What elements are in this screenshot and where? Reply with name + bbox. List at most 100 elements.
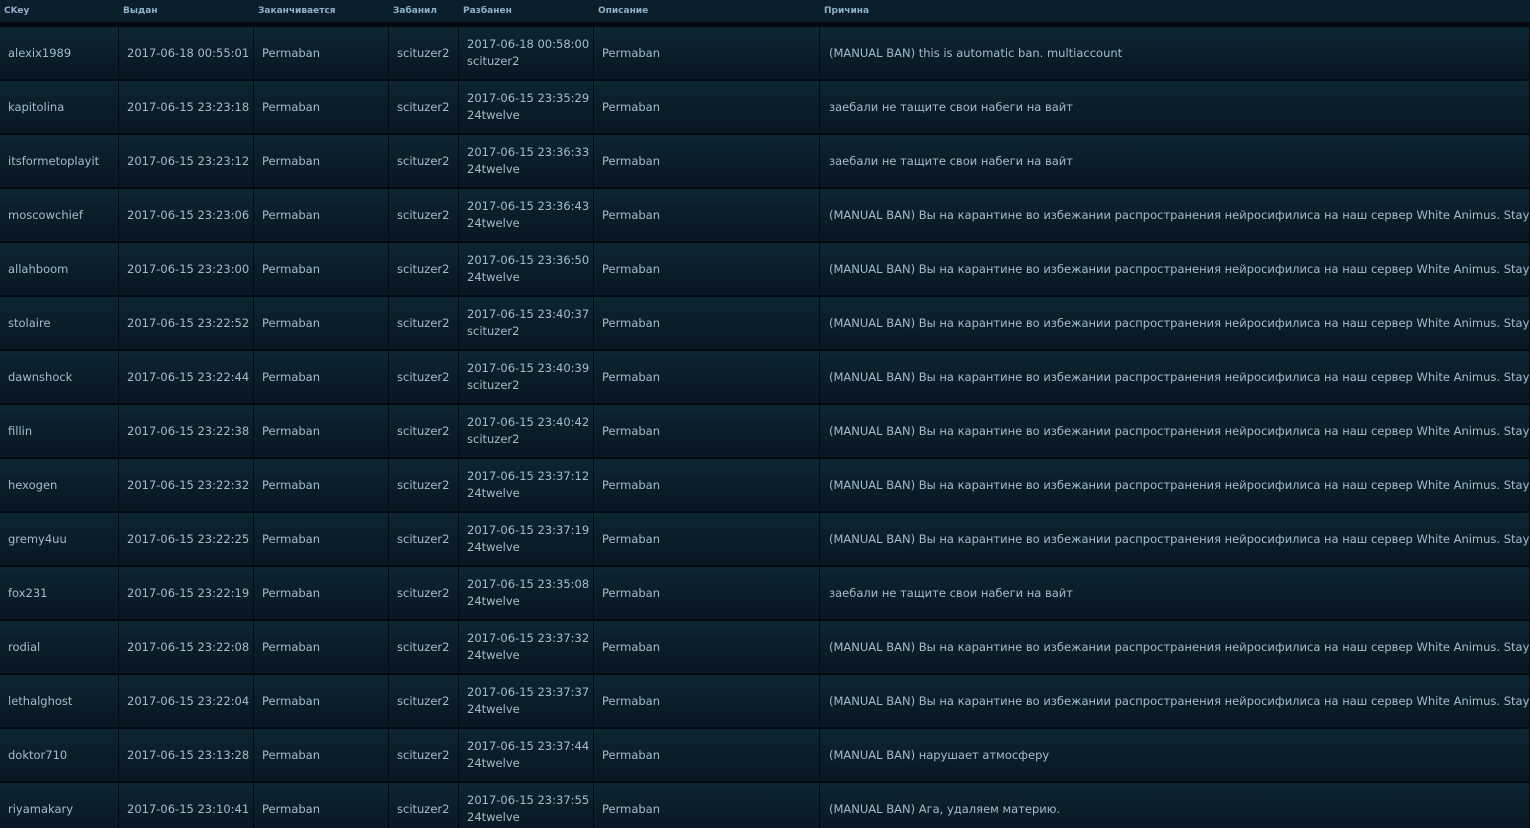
cell-reason: (MANUAL BAN) Вы на карантине во избежани… [820,405,1530,459]
cell-ckey: stolaire [0,297,119,351]
cell-description: Permaban [594,189,820,243]
cell-ckey: allahboom [0,243,119,297]
header-unbanned[interactable]: Разбанен [459,0,594,27]
cell-ckey: hexogen [0,459,119,513]
cell-issued: 2017-06-15 23:10:41 [119,783,254,828]
cell-expires: Permaban [254,729,389,783]
cell-ckey: fox231 [0,567,119,621]
unban-time: 2017-06-15 23:37:44 [467,739,590,753]
cell-ckey: kapitolina [0,81,119,135]
cell-expires: Permaban [254,675,389,729]
table-row: rodial 2017-06-15 23:22:08 Permaban scit… [0,621,1530,675]
table-row: doktor710 2017-06-15 23:13:28 Permaban s… [0,729,1530,783]
cell-reason: (MANUAL BAN) Вы на карантине во избежани… [820,513,1530,567]
unban-admin: 24twelve [467,486,520,500]
cell-expires: Permaban [254,81,389,135]
cell-ckey: alexix1989 [0,27,119,81]
cell-banned-by: scituzer2 [389,189,459,243]
cell-reason: (MANUAL BAN) нарушает атмосферу [820,729,1530,783]
cell-banned-by: scituzer2 [389,297,459,351]
header-banned-by[interactable]: Забанил [389,0,459,27]
cell-unbanned: 2017-06-15 23:35:29 24twelve [459,81,594,135]
header-description[interactable]: Описание [594,0,820,27]
unban-time: 2017-06-15 23:35:29 [467,91,590,105]
table-row: riyamakary 2017-06-15 23:10:41 Permaban … [0,783,1530,828]
unban-time: 2017-06-15 23:37:55 [467,793,590,807]
cell-reason: (MANUAL BAN) Вы на карантине во избежани… [820,675,1530,729]
table-row: hexogen 2017-06-15 23:22:32 Permaban sci… [0,459,1530,513]
cell-banned-by: scituzer2 [389,351,459,405]
cell-unbanned: 2017-06-15 23:37:44 24twelve [459,729,594,783]
cell-issued: 2017-06-15 23:23:12 [119,135,254,189]
unban-time: 2017-06-15 23:35:08 [467,577,590,591]
cell-banned-by: scituzer2 [389,621,459,675]
unban-admin: scituzer2 [467,432,520,446]
cell-issued: 2017-06-15 23:22:44 [119,351,254,405]
cell-description: Permaban [594,81,820,135]
header-issued[interactable]: Выдан [119,0,254,27]
cell-reason: (MANUAL BAN) this is automatic ban. mult… [820,27,1530,81]
cell-unbanned: 2017-06-15 23:35:08 24twelve [459,567,594,621]
cell-expires: Permaban [254,297,389,351]
cell-description: Permaban [594,729,820,783]
cell-expires: Permaban [254,243,389,297]
table-row: allahboom 2017-06-15 23:23:00 Permaban s… [0,243,1530,297]
cell-expires: Permaban [254,189,389,243]
cell-unbanned: 2017-06-15 23:40:42 scituzer2 [459,405,594,459]
cell-unbanned: 2017-06-18 00:58:00 scituzer2 [459,27,594,81]
cell-ckey: dawnshock [0,351,119,405]
unban-admin: 24twelve [467,810,520,824]
cell-issued: 2017-06-15 23:22:19 [119,567,254,621]
cell-unbanned: 2017-06-15 23:36:50 24twelve [459,243,594,297]
cell-banned-by: scituzer2 [389,675,459,729]
cell-ckey: riyamakary [0,783,119,828]
cell-issued: 2017-06-15 23:22:52 [119,297,254,351]
cell-description: Permaban [594,405,820,459]
cell-expires: Permaban [254,621,389,675]
cell-reason: заебали не тащите свои набеги на вайт [820,135,1530,189]
cell-unbanned: 2017-06-15 23:40:37 scituzer2 [459,297,594,351]
cell-ckey: rodial [0,621,119,675]
cell-ckey: moscowchief [0,189,119,243]
cell-unbanned: 2017-06-15 23:37:32 24twelve [459,621,594,675]
cell-ckey: doktor710 [0,729,119,783]
cell-banned-by: scituzer2 [389,405,459,459]
unban-admin: 24twelve [467,162,520,176]
unban-time: 2017-06-18 00:58:00 [467,37,590,51]
cell-banned-by: scituzer2 [389,135,459,189]
cell-reason: (MANUAL BAN) Вы на карантине во избежани… [820,621,1530,675]
cell-reason: (MANUAL BAN) Вы на карантине во избежани… [820,351,1530,405]
cell-unbanned: 2017-06-15 23:37:37 24twelve [459,675,594,729]
ban-list-page: CKey Выдан Заканчивается Забанил Разбане… [0,0,1530,828]
table-row: stolaire 2017-06-15 23:22:52 Permaban sc… [0,297,1530,351]
table-row: fox231 2017-06-15 23:22:19 Permaban scit… [0,567,1530,621]
cell-unbanned: 2017-06-15 23:37:19 24twelve [459,513,594,567]
cell-issued: 2017-06-15 23:23:18 [119,81,254,135]
table-body: alexix1989 2017-06-18 00:55:01 Permaban … [0,27,1530,828]
header-expires[interactable]: Заканчивается [254,0,389,27]
unban-admin: 24twelve [467,540,520,554]
cell-expires: Permaban [254,783,389,828]
cell-issued: 2017-06-15 23:22:08 [119,621,254,675]
cell-unbanned: 2017-06-15 23:37:55 24twelve [459,783,594,828]
cell-reason: (MANUAL BAN) Вы на карантине во избежани… [820,297,1530,351]
cell-expires: Permaban [254,567,389,621]
cell-banned-by: scituzer2 [389,567,459,621]
unban-time: 2017-06-15 23:36:33 [467,145,590,159]
header-reason[interactable]: Причина [820,0,1530,27]
cell-issued: 2017-06-15 23:13:28 [119,729,254,783]
unban-time: 2017-06-15 23:37:32 [467,631,590,645]
table-row: dawnshock 2017-06-15 23:22:44 Permaban s… [0,351,1530,405]
cell-unbanned: 2017-06-15 23:36:43 24twelve [459,189,594,243]
cell-issued: 2017-06-15 23:22:04 [119,675,254,729]
ban-table: CKey Выдан Заканчивается Забанил Разбане… [0,0,1530,828]
cell-description: Permaban [594,567,820,621]
cell-reason: (MANUAL BAN) Вы на карантине во избежани… [820,243,1530,297]
cell-banned-by: scituzer2 [389,243,459,297]
cell-reason: (MANUAL BAN) Вы на карантине во избежани… [820,189,1530,243]
cell-description: Permaban [594,459,820,513]
cell-description: Permaban [594,135,820,189]
header-ckey[interactable]: CKey [0,0,119,27]
cell-banned-by: scituzer2 [389,81,459,135]
cell-ckey: lethalghost [0,675,119,729]
